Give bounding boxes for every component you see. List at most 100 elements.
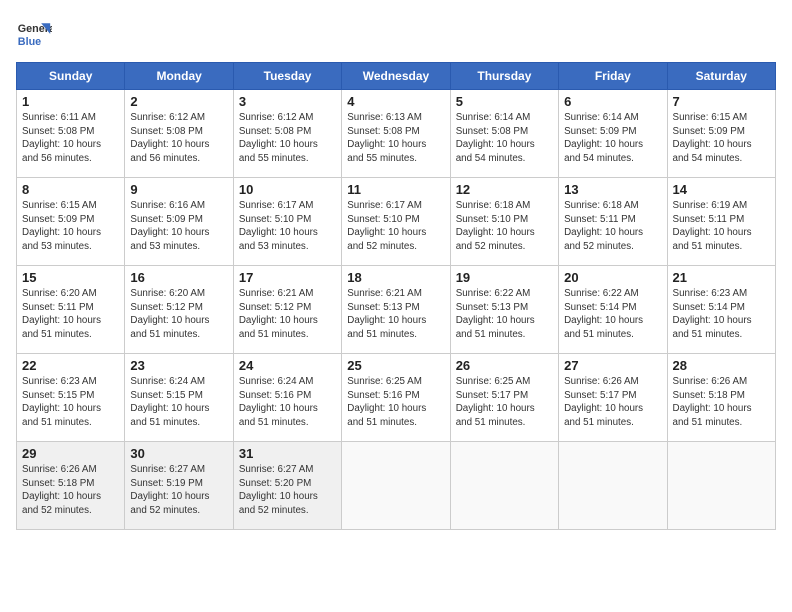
calendar-cell: 25 Sunrise: 6:25 AMSunset: 5:16 PMDayligh… [342,354,450,442]
calendar-week-row: 29 Sunrise: 6:26 AMSunset: 5:18 PMDayligh… [17,442,776,530]
day-info: Sunrise: 6:11 AMSunset: 5:08 PMDaylight:… [22,111,119,166]
logo-icon: General Blue [16,16,52,52]
day-number: 30 [130,446,227,461]
calendar-cell: 19 Sunrise: 6:22 AMSunset: 5:13 PMDayligh… [450,266,558,354]
calendar-cell: 11 Sunrise: 6:17 AMSunset: 5:10 PMDayligh… [342,178,450,266]
day-number: 10 [239,182,336,197]
day-number: 9 [130,182,227,197]
day-info: Sunrise: 6:21 AMSunset: 5:13 PMDaylight:… [347,287,444,342]
day-number: 16 [130,270,227,285]
day-number: 6 [564,94,661,109]
day-info: Sunrise: 6:25 AMSunset: 5:16 PMDaylight:… [347,375,444,430]
calendar-week-row: 15 Sunrise: 6:20 AMSunset: 5:11 PMDayligh… [17,266,776,354]
calendar-cell: 30 Sunrise: 6:27 AMSunset: 5:19 PMDayligh… [125,442,233,530]
calendar-cell: 31 Sunrise: 6:27 AMSunset: 5:20 PMDayligh… [233,442,341,530]
day-number: 15 [22,270,119,285]
calendar-cell: 10 Sunrise: 6:17 AMSunset: 5:10 PMDayligh… [233,178,341,266]
calendar-cell: 15 Sunrise: 6:20 AMSunset: 5:11 PMDayligh… [17,266,125,354]
day-number: 12 [456,182,553,197]
weekday-header-friday: Friday [559,63,667,90]
day-info: Sunrise: 6:12 AMSunset: 5:08 PMDaylight:… [130,111,227,166]
calendar-cell: 27 Sunrise: 6:26 AMSunset: 5:17 PMDayligh… [559,354,667,442]
day-number: 3 [239,94,336,109]
day-number: 24 [239,358,336,373]
day-info: Sunrise: 6:19 AMSunset: 5:11 PMDaylight:… [673,199,770,254]
day-info: Sunrise: 6:15 AMSunset: 5:09 PMDaylight:… [22,199,119,254]
day-number: 17 [239,270,336,285]
day-info: Sunrise: 6:22 AMSunset: 5:13 PMDaylight:… [456,287,553,342]
day-info: Sunrise: 6:27 AMSunset: 5:19 PMDaylight:… [130,463,227,518]
day-info: Sunrise: 6:20 AMSunset: 5:11 PMDaylight:… [22,287,119,342]
day-info: Sunrise: 6:24 AMSunset: 5:15 PMDaylight:… [130,375,227,430]
day-info: Sunrise: 6:23 AMSunset: 5:14 PMDaylight:… [673,287,770,342]
day-info: Sunrise: 6:13 AMSunset: 5:08 PMDaylight:… [347,111,444,166]
svg-text:Blue: Blue [18,36,41,48]
day-number: 18 [347,270,444,285]
day-info: Sunrise: 6:14 AMSunset: 5:09 PMDaylight:… [564,111,661,166]
calendar-cell: 2 Sunrise: 6:12 AMSunset: 5:08 PMDaylight… [125,90,233,178]
day-number: 5 [456,94,553,109]
day-info: Sunrise: 6:22 AMSunset: 5:14 PMDaylight:… [564,287,661,342]
day-info: Sunrise: 6:15 AMSunset: 5:09 PMDaylight:… [673,111,770,166]
calendar-cell: 7 Sunrise: 6:15 AMSunset: 5:09 PMDaylight… [667,90,775,178]
day-number: 20 [564,270,661,285]
calendar-cell: 23 Sunrise: 6:24 AMSunset: 5:15 PMDayligh… [125,354,233,442]
day-info: Sunrise: 6:16 AMSunset: 5:09 PMDaylight:… [130,199,227,254]
calendar-cell: 17 Sunrise: 6:21 AMSunset: 5:12 PMDayligh… [233,266,341,354]
calendar-cell: 4 Sunrise: 6:13 AMSunset: 5:08 PMDaylight… [342,90,450,178]
calendar-cell: 1 Sunrise: 6:11 AMSunset: 5:08 PMDaylight… [17,90,125,178]
day-number: 8 [22,182,119,197]
day-info: Sunrise: 6:21 AMSunset: 5:12 PMDaylight:… [239,287,336,342]
day-number: 19 [456,270,553,285]
day-number: 23 [130,358,227,373]
day-number: 29 [22,446,119,461]
day-info: Sunrise: 6:17 AMSunset: 5:10 PMDaylight:… [239,199,336,254]
calendar-table: SundayMondayTuesdayWednesdayThursdayFrid… [16,62,776,530]
day-info: Sunrise: 6:23 AMSunset: 5:15 PMDaylight:… [22,375,119,430]
day-number: 7 [673,94,770,109]
calendar-cell: 26 Sunrise: 6:25 AMSunset: 5:17 PMDayligh… [450,354,558,442]
calendar-cell: 13Sunrise: 6:18 AMSunset: 5:11 PMDayligh… [559,178,667,266]
weekday-header-wednesday: Wednesday [342,63,450,90]
calendar-week-row: 22Sunrise: 6:23 AMSunset: 5:15 PMDayligh… [17,354,776,442]
day-info: Sunrise: 6:25 AMSunset: 5:17 PMDaylight:… [456,375,553,430]
calendar-cell: 28 Sunrise: 6:26 AMSunset: 5:18 PMDayligh… [667,354,775,442]
day-info: Sunrise: 6:26 AMSunset: 5:17 PMDaylight:… [564,375,661,430]
calendar-cell [450,442,558,530]
calendar-cell: 3 Sunrise: 6:12 AMSunset: 5:08 PMDaylight… [233,90,341,178]
day-number: 25 [347,358,444,373]
calendar-cell: 5 Sunrise: 6:14 AMSunset: 5:08 PMDaylight… [450,90,558,178]
day-number: 4 [347,94,444,109]
weekday-header-saturday: Saturday [667,63,775,90]
day-info: Sunrise: 6:24 AMSunset: 5:16 PMDaylight:… [239,375,336,430]
day-info: Sunrise: 6:14 AMSunset: 5:08 PMDaylight:… [456,111,553,166]
calendar-cell: 24 Sunrise: 6:24 AMSunset: 5:16 PMDayligh… [233,354,341,442]
calendar-cell: 29 Sunrise: 6:26 AMSunset: 5:18 PMDayligh… [17,442,125,530]
day-info: Sunrise: 6:12 AMSunset: 5:08 PMDaylight:… [239,111,336,166]
weekday-header-tuesday: Tuesday [233,63,341,90]
calendar-cell: 16 Sunrise: 6:20 AMSunset: 5:12 PMDayligh… [125,266,233,354]
day-info: Sunrise: 6:26 AMSunset: 5:18 PMDaylight:… [22,463,119,518]
day-info: Sunrise: 6:18 AMSunset: 5:10 PMDaylight:… [456,199,553,254]
day-number: 14 [673,182,770,197]
weekday-header-row: SundayMondayTuesdayWednesdayThursdayFrid… [17,63,776,90]
calendar-cell: 14 Sunrise: 6:19 AMSunset: 5:11 PMDayligh… [667,178,775,266]
day-info: Sunrise: 6:18 AMSunset: 5:11 PMDaylight:… [564,199,661,254]
calendar-cell [667,442,775,530]
day-info: Sunrise: 6:26 AMSunset: 5:18 PMDaylight:… [673,375,770,430]
day-number: 2 [130,94,227,109]
day-number: 21 [673,270,770,285]
weekday-header-thursday: Thursday [450,63,558,90]
day-info: Sunrise: 6:17 AMSunset: 5:10 PMDaylight:… [347,199,444,254]
calendar-cell: 21 Sunrise: 6:23 AMSunset: 5:14 PMDayligh… [667,266,775,354]
day-number: 26 [456,358,553,373]
day-info: Sunrise: 6:27 AMSunset: 5:20 PMDaylight:… [239,463,336,518]
calendar-cell: 20 Sunrise: 6:22 AMSunset: 5:14 PMDayligh… [559,266,667,354]
day-number: 27 [564,358,661,373]
day-number: 28 [673,358,770,373]
day-number: 11 [347,182,444,197]
calendar-week-row: 8 Sunrise: 6:15 AMSunset: 5:09 PMDaylight… [17,178,776,266]
day-info: Sunrise: 6:20 AMSunset: 5:12 PMDaylight:… [130,287,227,342]
day-number: 1 [22,94,119,109]
day-number: 31 [239,446,336,461]
